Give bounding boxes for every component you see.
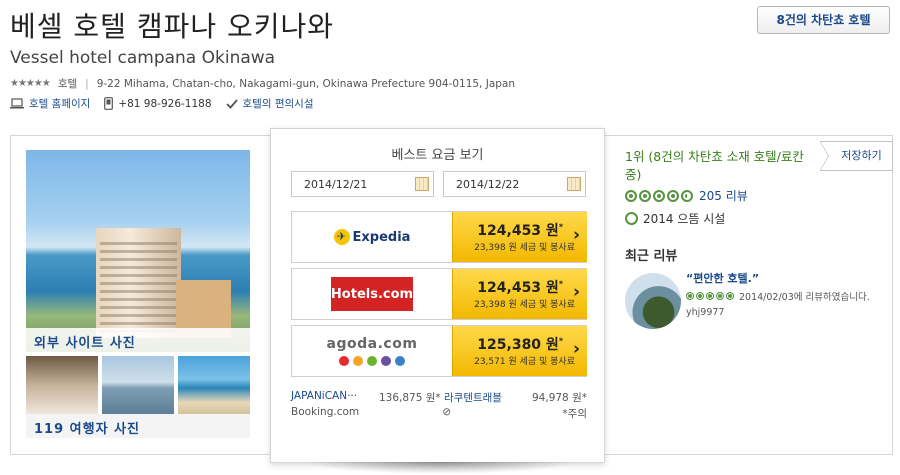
official-photos-link[interactable]: 외부 사이트 사진 [26, 328, 250, 352]
unavailable-icon: ⊘ [442, 406, 452, 418]
offer-agoda[interactable]: agoda.com 125,380 원* 23,571 원 세금 및 봉사료 › [291, 325, 587, 377]
checkin-date-field[interactable]: 2014/12/21 [291, 171, 434, 197]
city-hotels-button[interactable]: 8건의 차탄쵸 호텔 [757, 6, 890, 34]
view-deal-button[interactable]: 124,453 원* 23,398 원 세금 및 봉사료 › [452, 269, 587, 319]
amenities-link-item[interactable]: 호텔의 편의시설 [225, 96, 314, 111]
room-photo-thumb[interactable] [26, 356, 98, 414]
hotel-category: 호텔 [57, 78, 78, 90]
recent-reviews-heading: 최근 리뷰 [625, 249, 678, 264]
other-offer-row: JAPANiCAN··· 136,875 원* 라쿠텐트래블 94,978 원* [291, 390, 587, 406]
checkout-date-field[interactable]: 2014/12/22 [443, 171, 586, 197]
checkmark-icon [225, 98, 238, 109]
calendar-icon[interactable] [567, 177, 581, 191]
bubble-rating: 205 리뷰 [625, 187, 748, 204]
laptop-icon [10, 98, 24, 109]
save-button[interactable]: 저장하기 [820, 141, 893, 171]
checkout-date-value: 2014/12/22 [456, 178, 520, 191]
traveler-photos-link[interactable]: 119 여행자 사진 [26, 414, 250, 438]
sea-photo-thumb[interactable] [102, 356, 174, 414]
homepage-link-item[interactable]: 호텔 홈페이지 [10, 96, 90, 111]
expedia-logo-text: ✈ Expedia [333, 229, 410, 245]
price-box-title: 베스트 요금 보기 [391, 148, 484, 163]
hotels-com-logo-text: Hotels.com [331, 277, 413, 311]
price-box-shadow [305, 462, 575, 474]
phone-number: +81 98-926-1188 [118, 97, 212, 110]
award-text: 2014 으뜸 시설 [643, 212, 726, 226]
main-hotel-photo[interactable]: 외부 사이트 사진 [26, 150, 250, 352]
save-button-notch-inner [820, 142, 828, 170]
photo-gallery: 외부 사이트 사진 119 여행자 사진 [26, 150, 250, 438]
hotel-links: 호텔 홈페이지 +81 98-926-1188 호텔의 편의시설 [10, 96, 313, 111]
offer-price: 124,453 원* [477, 279, 563, 296]
view-deal-button[interactable]: 124,453 원* 23,398 원 세금 및 봉사료 › [452, 212, 587, 262]
divider: | [85, 77, 89, 90]
phone-item: +81 98-926-1188 [104, 97, 212, 110]
building-windows [100, 242, 177, 332]
hotel-meta: ★★★★★ 호텔 | 9-22 Mihama, Chatan-cho, Naka… [10, 76, 515, 91]
agoda-logo: agoda.com [292, 326, 452, 376]
chevron-right-icon: › [572, 339, 580, 359]
award-icon [625, 212, 638, 225]
offer-price: 125,380 원* [477, 336, 563, 353]
phone-icon [104, 97, 114, 110]
other-offer-row: Booking.com ⊘ *주의 [291, 406, 587, 422]
disclaimer-note[interactable]: *주의 [562, 406, 587, 422]
other-offer-name[interactable]: JAPANiCAN··· [291, 390, 376, 406]
review-meta: 2014/02/03에 리뷰하였습니다. [686, 289, 870, 303]
hotel-subtitle: Vessel hotel campana Okinawa [10, 48, 276, 68]
expedia-logo: ✈ Expedia [292, 212, 452, 262]
offer-hotels-com[interactable]: Hotels.com 124,453 원* 23,398 원 세금 및 봉사료 … [291, 268, 587, 320]
hotel-ranking[interactable]: 1위 (8건의 차탄쵸 소재 호텔/료칸 중) [625, 148, 815, 184]
review-date: 2014/02/03에 리뷰하였습니다. [739, 292, 870, 303]
other-offer-name[interactable] [464, 406, 549, 422]
offer-tax: 23,398 원 세금 및 봉사료 [474, 300, 575, 310]
hotels-com-logo: Hotels.com [292, 269, 452, 319]
reviewer-name[interactable]: yhj9977 [686, 307, 724, 318]
review-rating-bubbles-icon [686, 292, 734, 300]
offer-price: 124,453 원* [477, 222, 563, 239]
offer-tax: 23,398 원 세금 및 봉사료 [474, 243, 575, 253]
plane-icon: ✈ [333, 229, 350, 245]
offer-tax: 23,571 원 세금 및 봉사료 [474, 357, 575, 367]
beach-photo-thumb[interactable] [178, 356, 250, 414]
other-offer-name[interactable]: Booking.com [291, 406, 376, 422]
rating-bubbles-icon [625, 189, 693, 202]
homepage-link[interactable]: 호텔 홈페이지 [29, 96, 90, 111]
reviews-count-link[interactable]: 205 리뷰 [699, 187, 748, 204]
checkin-date-value: 2014/12/21 [304, 178, 368, 191]
certificate-of-excellence[interactable]: 2014 으뜸 시설 [625, 210, 725, 227]
hotel-title: 베셀 호텔 캠파나 오키나와 [10, 10, 335, 43]
star-rating-icon: ★★★★★ [10, 78, 51, 89]
view-deal-button[interactable]: 125,380 원* 23,571 원 세금 및 봉사료 › [452, 326, 587, 376]
other-offer-name[interactable]: 라쿠텐트래블 [444, 390, 529, 406]
other-offer-price[interactable]: 94,978 원* [532, 390, 587, 406]
review-title-link[interactable]: “편안한 호텔.” [686, 270, 759, 286]
chevron-right-icon: › [572, 225, 580, 245]
hotel-address: 9-22 Mihama, Chatan-cho, Nakagami-gun, O… [96, 77, 516, 90]
other-offers: JAPANiCAN··· 136,875 원* 라쿠텐트래블 94,978 원*… [291, 390, 587, 422]
reviewer-avatar[interactable] [625, 273, 681, 329]
best-price-box: 베스트 요금 보기 2014/12/21 2014/12/22 ✈ Expedia… [270, 128, 605, 463]
chevron-right-icon: › [572, 282, 580, 302]
offer-expedia[interactable]: ✈ Expedia 124,453 원* 23,398 원 세금 및 봉사료 › [291, 211, 587, 263]
other-offer-price[interactable]: 136,875 원* [379, 390, 441, 406]
amenities-link[interactable]: 호텔의 편의시설 [243, 96, 314, 111]
agoda-dots [338, 356, 405, 366]
agoda-logo-text: agoda.com [326, 336, 418, 352]
calendar-icon[interactable] [415, 177, 429, 191]
